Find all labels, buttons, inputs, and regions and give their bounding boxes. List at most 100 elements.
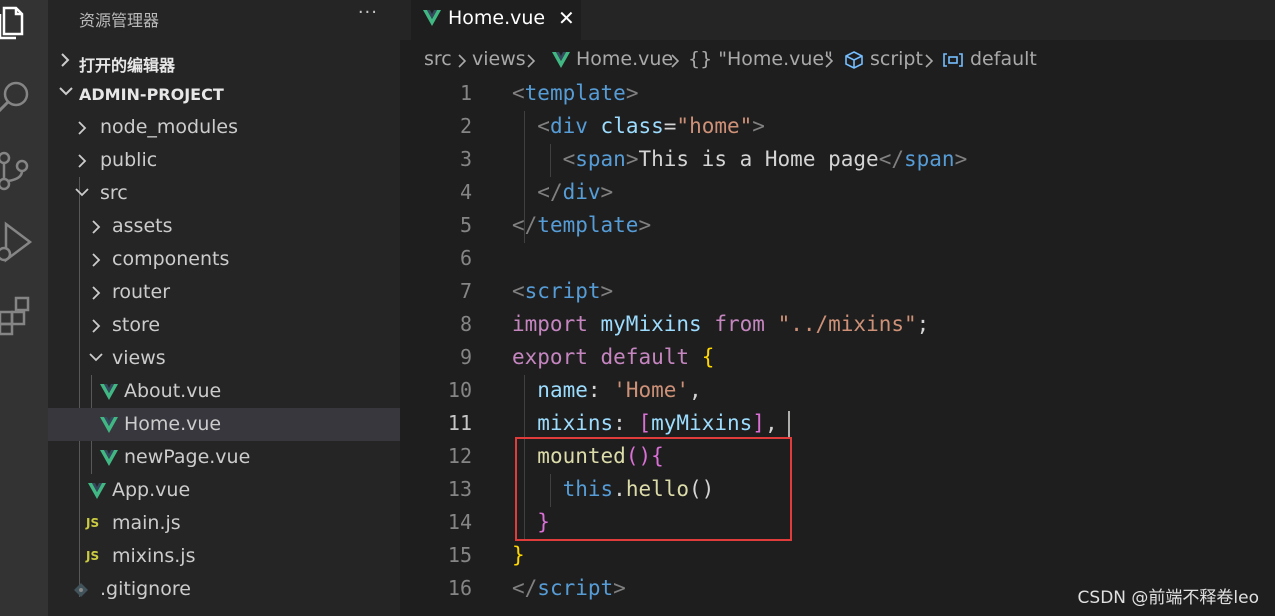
line-number: 16 [447,576,472,600]
code-line[interactable]: 7 <script> [400,276,1275,309]
tree-item-store[interactable]: store [48,309,400,342]
js-file-icon: JS [86,549,100,563]
code-line[interactable]: 15 } [400,540,1275,573]
code-text: </template> [512,213,652,237]
watermark: CSDN @前端不释卷leo [1077,588,1259,608]
tree-item-main-js[interactable]: JS main.js [48,507,400,540]
code-line[interactable]: 4 </div> [400,177,1275,210]
line-number: 1 [459,81,472,105]
chevron-down-icon [89,353,103,362]
code-line[interactable]: 8 import myMixins from "../mixins"; [400,309,1275,342]
code-text: } [512,543,525,567]
vue-file-icon [423,10,441,26]
chevron-down-icon [59,87,73,96]
vue-file-icon [88,483,106,499]
chevron-right-icon [92,319,101,333]
tree-item-home-vue[interactable]: Home.vue [48,408,400,441]
files-icon[interactable] [0,0,48,48]
chevron-right-icon [92,286,101,300]
open-editors-section[interactable]: 打开的编辑器 [48,45,400,77]
vue-file-icon [100,450,118,466]
code-text: </div> [537,180,614,204]
extensions-icon[interactable] [0,292,48,340]
tab-label: Home.vue [448,7,546,29]
breadcrumb-file[interactable]: Home.vue [576,48,673,70]
highlight-annotation-box [515,437,792,541]
tree-item-router[interactable]: router [48,276,400,309]
js-file-icon: JS [86,516,100,530]
tree-item-label: App.vue [112,479,191,501]
code-line[interactable]: 1 <template> [400,78,1275,111]
chevron-right-icon [527,54,536,68]
module-icon [845,51,863,69]
tree-item-public[interactable]: public [48,144,400,177]
chevron-right-icon [78,154,87,168]
vue-file-icon [100,417,118,433]
close-icon[interactable]: ✕ [558,6,575,30]
line-number: 12 [447,444,472,468]
tree-item-label: src [100,182,128,204]
code-line[interactable]: 2 <div class="home"> [400,111,1275,144]
activity-bar [0,0,48,616]
tree-item-label: assets [112,215,173,237]
tab-home-vue[interactable]: Home.vue ✕ [411,0,581,40]
tree-item-node-modules[interactable]: node_modules [48,111,400,144]
tree-item-gitignore[interactable]: .gitignore [48,573,400,606]
text-cursor [788,411,790,438]
line-number: 10 [447,378,472,402]
tree-item-label: Home.vue [124,413,222,435]
chevron-right-icon [825,54,834,68]
chevron-right-icon [458,54,467,68]
code-line[interactable]: 10 name: 'Home', [400,375,1275,408]
tree-item-app-vue[interactable]: App.vue [48,474,400,507]
tree-item-label: views [112,347,166,369]
variable-icon [943,53,963,67]
run-debug-icon[interactable] [0,220,48,268]
source-control-icon[interactable] [0,148,48,196]
breadcrumb-views[interactable]: views [472,48,526,70]
tree-item-label: .gitignore [100,578,191,600]
chevron-right-icon [78,121,87,135]
code-line[interactable]: 9 export default { [400,342,1275,375]
tree-item-label: newPage.vue [124,446,251,468]
breadcrumb-module[interactable]: {} "Home.vue" [688,48,833,70]
tree-item-about-vue[interactable]: About.vue [48,375,400,408]
search-icon[interactable] [0,72,48,120]
chevron-right-icon [92,220,101,234]
tree-item-views[interactable]: views [48,342,400,375]
code-text: mixins: [myMixins], [537,411,778,435]
line-number: 6 [459,246,472,270]
tree-item-label: components [112,248,230,270]
tree-item-label: router [112,281,171,303]
more-actions-icon[interactable]: ··· [358,2,378,23]
project-label: ADMIN-PROJECT [79,85,224,104]
line-number: 7 [459,279,472,303]
tree-item-newpage-vue[interactable]: newPage.vue [48,441,400,474]
code-text: </script> [512,576,626,600]
line-number: 13 [447,477,472,501]
code-line[interactable]: 6 [400,243,1275,276]
code-text: <template> [512,81,639,105]
open-editors-label: 打开的编辑器 [79,56,176,75]
git-file-icon [74,583,88,597]
breadcrumb-script[interactable]: script [870,48,923,70]
line-number: 11 [447,411,472,435]
code-text: export default { [512,345,715,369]
vue-file-icon [100,384,118,400]
explorer-title: 资源管理器 [79,11,160,30]
chevron-right-icon [92,253,101,267]
tree-item-label: node_modules [100,116,239,138]
project-section[interactable]: ADMIN-PROJECT [48,78,400,110]
tree-item-components[interactable]: components [48,243,400,276]
tree-item-assets[interactable]: assets [48,210,400,243]
breadcrumb-src[interactable]: src [424,48,452,70]
breadcrumb-default[interactable]: default [970,48,1037,70]
line-number: 2 [459,114,472,138]
code-line[interactable]: 5 </template> [400,210,1275,243]
vue-file-icon [552,52,570,68]
code-line[interactable]: 3 <span>This is a Home page</span> [400,144,1275,177]
code-text: <span>This is a Home page</span> [562,147,968,171]
tree-item-mixins-js[interactable]: JS mixins.js [48,540,400,573]
tree-item-src[interactable]: src [48,177,400,210]
chevron-right-icon [925,54,934,68]
